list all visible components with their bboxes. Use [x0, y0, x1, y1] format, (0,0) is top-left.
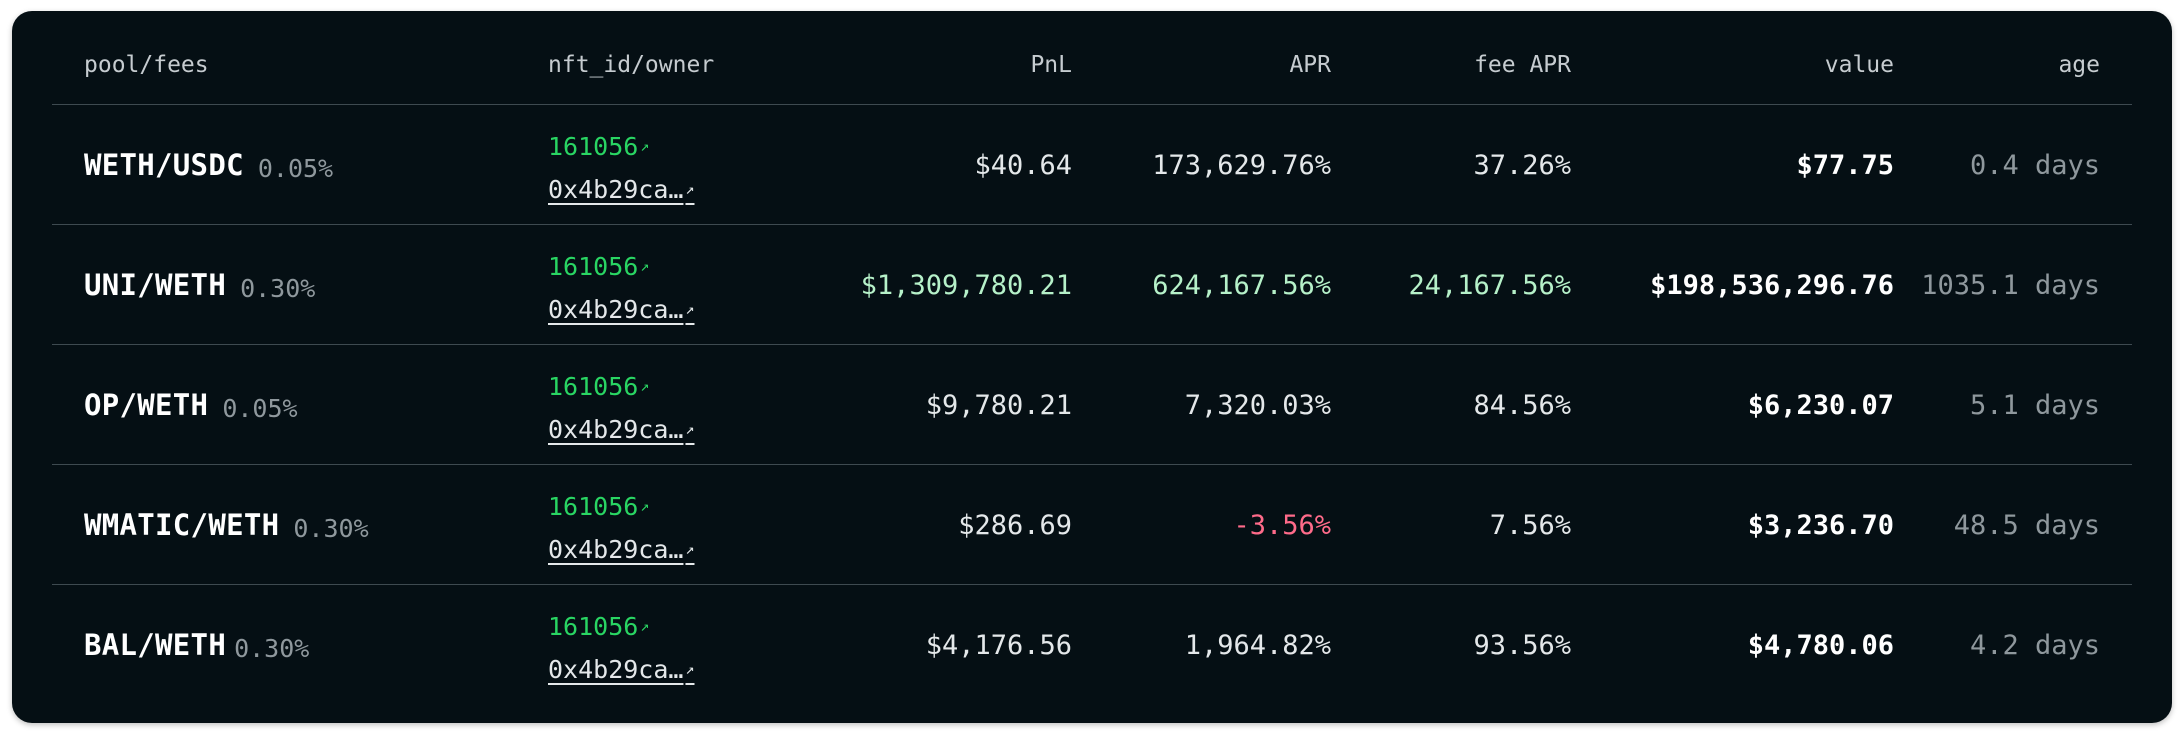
pool-fee-tier: 0.05% [222, 393, 298, 423]
position-age: 48.5 days [1953, 509, 2100, 541]
pool-fee-tier: 0.05% [257, 153, 334, 183]
nft-id-link[interactable]: 161056 ↗ [548, 367, 695, 410]
pool-cell: WMATIC/WETH 0.30% [84, 465, 369, 585]
header-age: age [2058, 52, 2100, 78]
owner-address-text: 0x4b29ca… [548, 655, 684, 684]
owner-address-link[interactable]: 0x4b29ca… ↗ [548, 290, 695, 333]
pool-pair: WETH/USDC [84, 148, 244, 182]
external-link-arrow-icon: ↗ [640, 137, 650, 155]
nft-owner-cell: 161056 ↗ 0x4b29ca… ↗ [548, 487, 695, 573]
table-row: BAL/WETH 0.30% 161056 ↗ 0x4b29ca… ↗ $4,176… [52, 585, 2132, 705]
nft-id-link[interactable]: 161056 ↗ [548, 487, 695, 530]
positions-table: pool/fees nft_id/owner PnL APR fee APR v… [52, 11, 2132, 705]
external-link-arrow-icon: ↗ [685, 180, 695, 198]
nft-id-text: 161056 [548, 132, 639, 161]
table-row: OP/WETH 0.05% 161056 ↗ 0x4b29ca… ↗ $9,780.… [52, 345, 2132, 465]
header-pnl: PnL [1030, 52, 1072, 78]
pool-pair: WMATIC/WETH [84, 508, 280, 542]
external-link-arrow-icon: ↗ [640, 257, 650, 275]
apr-value: 7,320.03% [1184, 389, 1331, 421]
header-pool-fees: pool/fees [84, 52, 209, 78]
nft-id-text: 161056 [548, 252, 639, 281]
nft-id-link[interactable]: 161056 ↗ [548, 247, 695, 290]
external-link-arrow-icon: ↗ [640, 617, 650, 635]
nft-owner-cell: 161056 ↗ 0x4b29ca… ↗ [548, 367, 695, 453]
owner-address-text: 0x4b29ca… [548, 415, 684, 444]
nft-owner-cell: 161056 ↗ 0x4b29ca… ↗ [548, 127, 695, 213]
owner-address-link[interactable]: 0x4b29ca… ↗ [548, 650, 695, 693]
pool-cell: UNI/WETH 0.30% [84, 225, 315, 345]
nft-owner-cell: 161056 ↗ 0x4b29ca… ↗ [548, 607, 695, 693]
pool-pair: OP/WETH [84, 388, 209, 422]
external-link-arrow-icon: ↗ [640, 497, 650, 515]
external-link-arrow-icon: ↗ [685, 660, 695, 678]
pool-cell: BAL/WETH 0.30% [84, 585, 309, 705]
position-age: 0.4 days [1969, 149, 2100, 181]
header-nft-owner: nft_id/owner [548, 52, 715, 78]
header-fee-apr: fee APR [1474, 52, 1571, 78]
position-value: $4,780.06 [1747, 629, 1894, 661]
table-row: WMATIC/WETH 0.30% 161056 ↗ 0x4b29ca… ↗ $28… [52, 465, 2132, 585]
nft-id-text: 161056 [548, 372, 639, 401]
fee-apr-value: 84.56% [1473, 389, 1571, 421]
owner-address-link[interactable]: 0x4b29ca… ↗ [548, 170, 695, 213]
position-age: 5.1 days [1969, 389, 2100, 421]
apr-value: 173,629.76% [1152, 149, 1331, 181]
fee-apr-value: 37.26% [1473, 149, 1571, 181]
table-header: pool/fees nft_id/owner PnL APR fee APR v… [52, 11, 2132, 105]
table-row: WETH/USDC 0.05% 161056 ↗ 0x4b29ca… ↗ $40.6… [52, 105, 2132, 225]
position-value: $198,536,296.76 [1650, 269, 1894, 301]
external-link-arrow-icon: ↗ [685, 420, 695, 438]
position-age: 4.2 days [1969, 629, 2100, 661]
pool-fee-tier: 0.30% [234, 633, 310, 663]
pool-fee-tier: 0.30% [293, 513, 369, 543]
fee-apr-value: 24,167.56% [1408, 269, 1571, 301]
fee-apr-value: 7.56% [1489, 509, 1571, 541]
external-link-arrow-icon: ↗ [640, 377, 650, 395]
owner-address-link[interactable]: 0x4b29ca… ↗ [548, 410, 695, 453]
pnl-value: $4,176.56 [925, 629, 1072, 661]
header-value: value [1824, 52, 1894, 78]
position-value: $3,236.70 [1747, 509, 1894, 541]
nft-id-link[interactable]: 161056 ↗ [548, 607, 695, 650]
apr-value: 624,167.56% [1152, 269, 1331, 301]
external-link-arrow-icon: ↗ [685, 540, 695, 558]
nft-id-link[interactable]: 161056 ↗ [548, 127, 695, 170]
table-row: UNI/WETH 0.30% 161056 ↗ 0x4b29ca… ↗ $1,309… [52, 225, 2132, 345]
fee-apr-value: 93.56% [1473, 629, 1571, 661]
pnl-value: $1,309,780.21 [860, 269, 1072, 301]
nft-id-text: 161056 [548, 612, 639, 641]
position-age: 1035.1 days [1921, 269, 2100, 301]
pnl-value: $40.64 [974, 149, 1072, 181]
apr-value: 1,964.82% [1184, 629, 1331, 661]
positions-panel: pool/fees nft_id/owner PnL APR fee APR v… [12, 11, 2172, 723]
pnl-value: $286.69 [958, 509, 1072, 541]
external-link-arrow-icon: ↗ [685, 300, 695, 318]
pool-cell: WETH/USDC 0.05% [84, 105, 333, 225]
nft-owner-cell: 161056 ↗ 0x4b29ca… ↗ [548, 247, 695, 333]
owner-address-link[interactable]: 0x4b29ca… ↗ [548, 530, 695, 573]
position-value: $77.75 [1796, 149, 1894, 181]
nft-id-text: 161056 [548, 492, 639, 521]
header-apr: APR [1289, 52, 1331, 78]
owner-address-text: 0x4b29ca… [548, 535, 684, 564]
position-value: $6,230.07 [1747, 389, 1894, 421]
pool-cell: OP/WETH 0.05% [84, 345, 298, 465]
owner-address-text: 0x4b29ca… [548, 175, 684, 204]
pnl-value: $9,780.21 [925, 389, 1072, 421]
apr-value: -3.56% [1233, 509, 1331, 541]
pool-pair: BAL/WETH [84, 628, 227, 662]
pool-fee-tier: 0.30% [240, 273, 316, 303]
pool-pair: UNI/WETH [84, 268, 227, 302]
owner-address-text: 0x4b29ca… [548, 295, 684, 324]
